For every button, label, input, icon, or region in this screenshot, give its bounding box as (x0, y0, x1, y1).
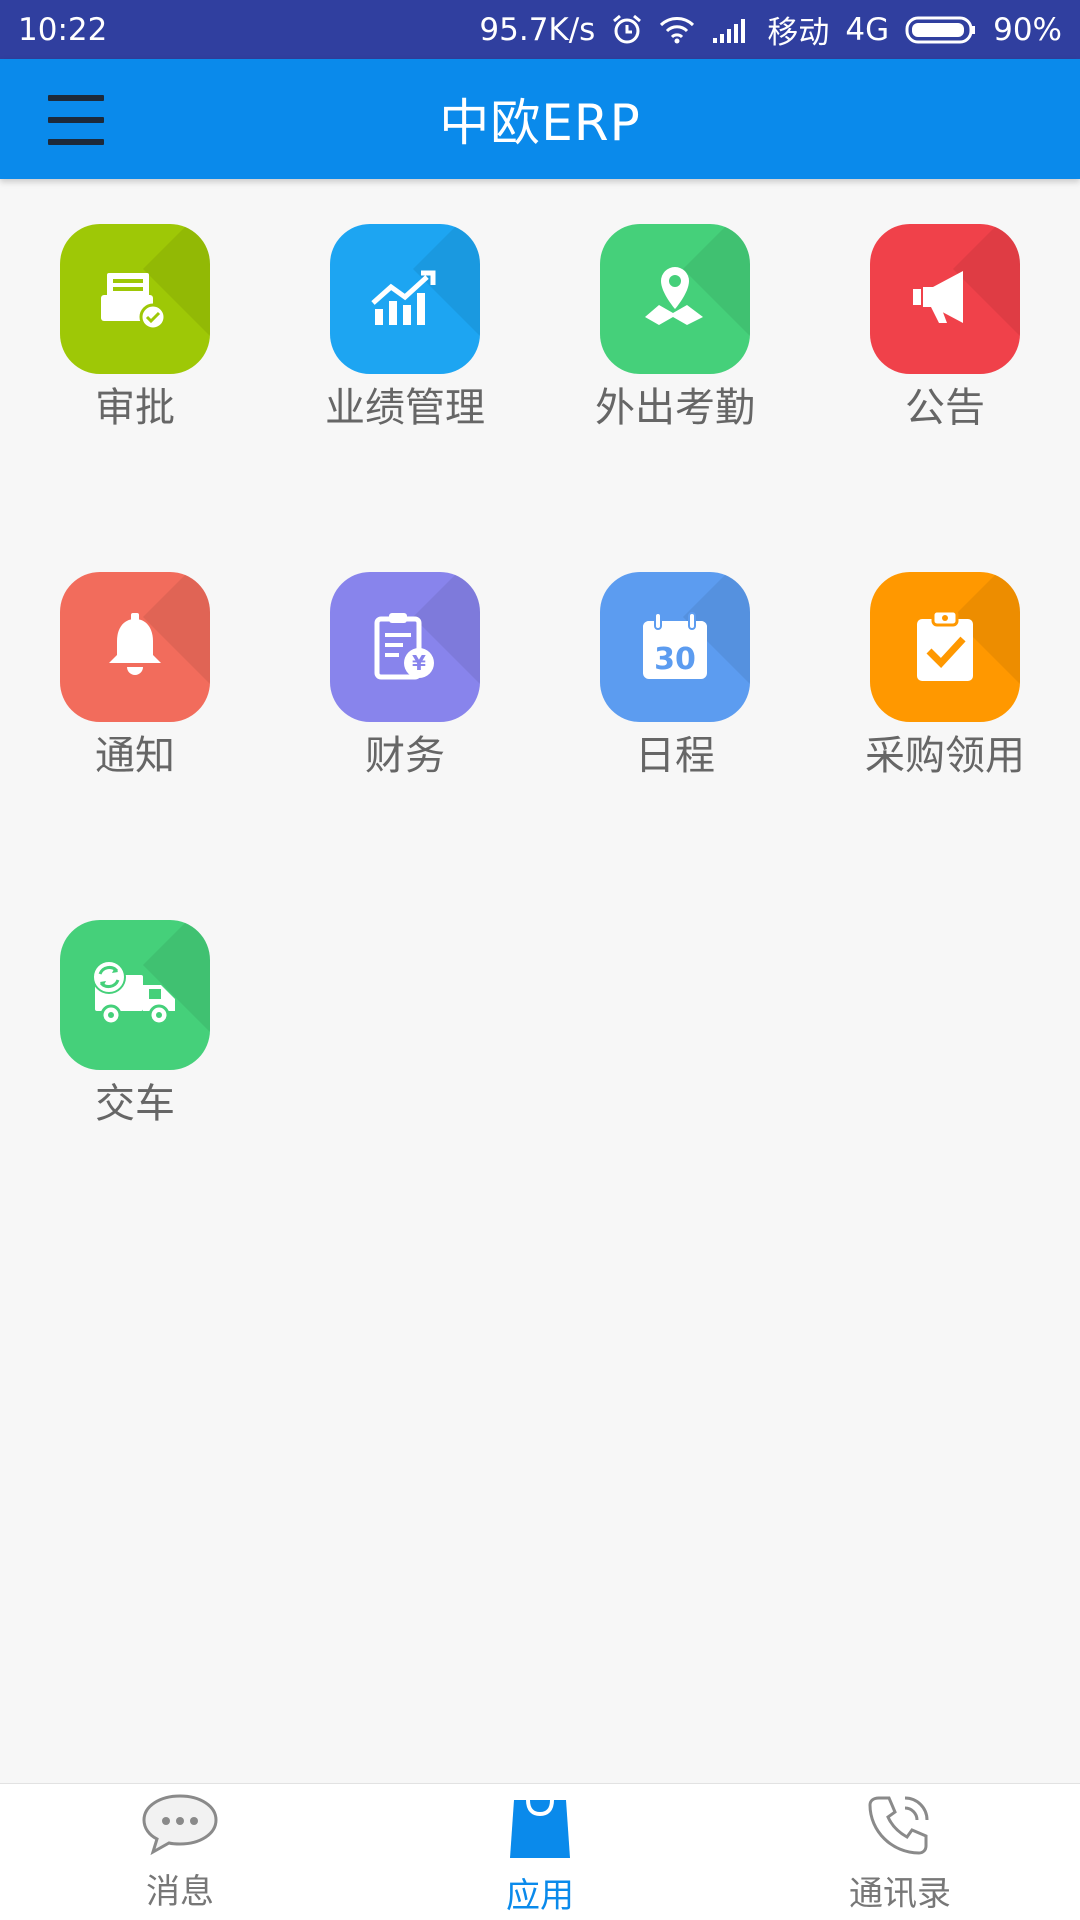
calendar-day: 30 (654, 642, 696, 677)
status-bar: 10:22 95.7K/s 移动 4G 90% (0, 0, 1080, 59)
status-time: 10:22 (18, 11, 108, 48)
tab-messages[interactable]: 消息 (0, 1784, 360, 1920)
carrier-label: 移动 (767, 15, 830, 51)
calendar-icon: 30 (600, 572, 750, 722)
tab-label: 应用 (506, 1876, 574, 1916)
app-tile-performance[interactable]: 业绩管理 (270, 224, 540, 434)
app-label: 外出考勤 (595, 385, 755, 431)
tab-apps[interactable]: 应用 (360, 1784, 720, 1920)
app-tile-announcement[interactable]: 公告 (810, 224, 1080, 434)
location-map-icon (600, 224, 750, 374)
finance-clipboard-icon: ¥ (330, 572, 480, 722)
battery-level: 90% (993, 11, 1062, 48)
battery-icon (905, 15, 977, 45)
app-tile-attendance[interactable]: 外出考勤 (540, 224, 810, 434)
app-grid: 审批 业绩管理 外出考勤 公告 通知 ¥ 财务 30 日程 采购领用 交车 (0, 224, 1080, 1130)
network-type: 4G (845, 11, 890, 48)
clipboard-check-icon (870, 572, 1020, 722)
app-label: 日程 (635, 733, 715, 779)
tab-label: 消息 (146, 1872, 214, 1912)
approval-icon (60, 224, 210, 374)
app-tile-finance[interactable]: ¥ 财务 (270, 572, 540, 782)
app-label: 财务 (365, 733, 445, 779)
tab-label: 通讯录 (849, 1874, 951, 1914)
app-label: 采购领用 (865, 733, 1025, 779)
app-label: 业绩管理 (325, 385, 485, 431)
app-tile-notice[interactable]: 通知 (0, 572, 270, 782)
alarm-icon (611, 14, 643, 46)
tab-contacts[interactable]: 通讯录 (720, 1784, 1080, 1920)
app-tile-procurement[interactable]: 采购领用 (810, 572, 1080, 782)
performance-chart-icon (330, 224, 480, 374)
app-bar: 中欧ERP (0, 59, 1080, 179)
app-label: 交车 (95, 1081, 175, 1127)
phone-icon (865, 1792, 935, 1862)
chat-bubble-icon (140, 1792, 220, 1860)
delivery-truck-icon (60, 920, 210, 1070)
app-label: 通知 (95, 733, 175, 779)
app-label: 公告 (905, 385, 985, 431)
page-title: 中欧ERP (439, 94, 641, 152)
app-label: 审批 (95, 385, 175, 431)
app-tile-schedule[interactable]: 30 日程 (540, 572, 810, 782)
megaphone-icon (870, 224, 1020, 374)
app-tile-delivery[interactable]: 交车 (0, 920, 270, 1130)
wifi-icon (659, 16, 695, 44)
svg-text:¥: ¥ (412, 651, 426, 675)
bottom-nav: 消息 应用 通讯录 (0, 1783, 1080, 1920)
signal-icon (711, 16, 751, 44)
network-speed: 95.7K/s (479, 11, 596, 48)
app-tile-approval[interactable]: 审批 (0, 224, 270, 434)
shopping-bag-icon (508, 1792, 572, 1864)
status-right: 95.7K/s 移动 4G 90% (479, 7, 1062, 52)
bell-icon (60, 572, 210, 722)
